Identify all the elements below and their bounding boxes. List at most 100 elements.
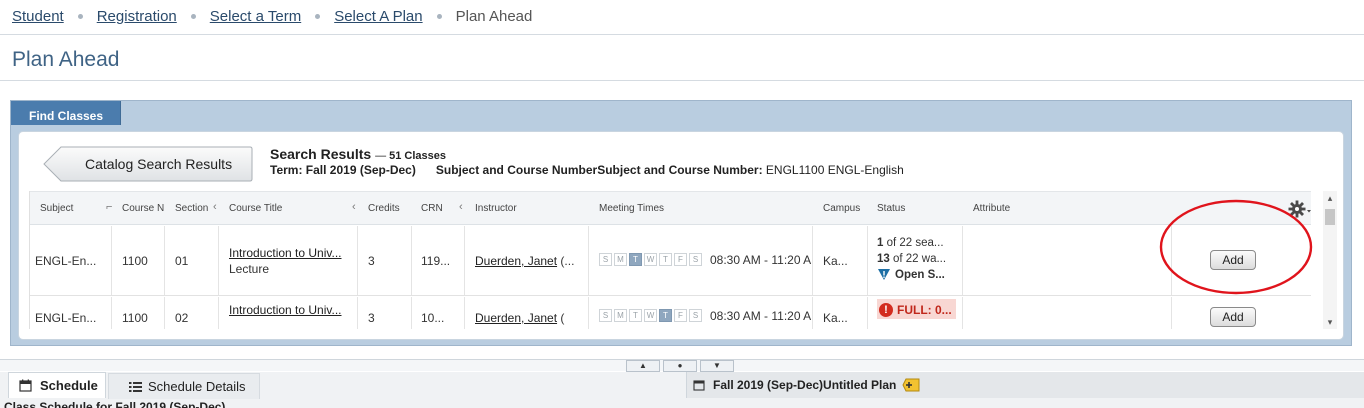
day-sunday: S bbox=[599, 253, 612, 266]
add-button[interactable]: Add bbox=[1210, 307, 1256, 327]
cell-instructor: Duerden, Janet (... bbox=[475, 254, 585, 268]
breadcrumb-separator bbox=[315, 13, 321, 19]
meeting-days: S M T W T F S bbox=[599, 253, 704, 266]
status-open-text: Open S... bbox=[895, 268, 945, 281]
cell-campus: Ka... bbox=[823, 254, 848, 268]
cell-subject: ENGL-En... bbox=[35, 311, 97, 325]
tab-schedule-details-label: Schedule Details bbox=[148, 379, 246, 394]
column-header-crn[interactable]: CRN bbox=[421, 203, 443, 214]
cell-crn: 119... bbox=[421, 254, 451, 268]
search-results-heading: Search Results — 51 Classes bbox=[270, 146, 447, 162]
center-split-icon[interactable]: ● bbox=[663, 360, 697, 372]
cell-credits: 3 bbox=[368, 254, 375, 268]
column-header-status[interactable]: Status bbox=[877, 203, 905, 214]
search-criteria: Term: Fall 2019 (Sep-Dec) Subject and Co… bbox=[270, 163, 904, 177]
sort-left-icon[interactable]: ‹ bbox=[213, 201, 217, 213]
tab-schedule-details[interactable]: Schedule Details bbox=[108, 373, 260, 399]
column-header-section[interactable]: Section bbox=[175, 203, 208, 214]
table-header: Subject ⌐ Course N Section ‹ Course Titl… bbox=[30, 191, 1311, 225]
breadcrumb-registration[interactable]: Registration bbox=[97, 8, 177, 25]
instructor-suffix: ( bbox=[560, 311, 565, 325]
course-title-link[interactable]: Introduction to Univ... bbox=[229, 303, 353, 317]
cell-campus: Ka... bbox=[823, 311, 848, 325]
search-results-title: Search Results bbox=[270, 146, 372, 162]
cell-course-number: 1100 bbox=[122, 254, 148, 268]
table-row: ENGL-En... 1100 01 Introduction to Univ.… bbox=[30, 226, 1311, 296]
search-results-count: 51 Classes bbox=[389, 150, 447, 162]
scroll-thumb[interactable] bbox=[1325, 209, 1335, 225]
instructor-link[interactable]: Duerden, Janet bbox=[475, 254, 557, 268]
seats-text: of 22 sea... bbox=[886, 237, 944, 249]
scroll-up-icon[interactable]: ▴ bbox=[1323, 191, 1337, 205]
list-icon bbox=[129, 381, 142, 392]
breadcrumb-select-plan[interactable]: Select A Plan bbox=[334, 8, 422, 25]
day-monday: M bbox=[614, 309, 627, 322]
day-monday: M bbox=[614, 253, 627, 266]
tab-find-classes[interactable]: Find Classes bbox=[11, 101, 121, 125]
cell-course-number: 1100 bbox=[122, 311, 148, 325]
cell-credits: 3 bbox=[368, 311, 375, 325]
breadcrumb-student[interactable]: Student bbox=[12, 8, 64, 25]
schedule-heading: Class Schedule for Fall 2019 (Sep-Dec) bbox=[4, 400, 226, 408]
catalog-search-results-label: Catalog Search Results bbox=[85, 156, 233, 172]
cell-crn: 10... bbox=[421, 311, 445, 325]
day-saturday: S bbox=[689, 309, 702, 322]
search-results-container: Catalog Search Results Search Results — … bbox=[18, 131, 1344, 340]
cell-section: 01 bbox=[175, 254, 189, 268]
column-header-instructor[interactable]: Instructor bbox=[475, 203, 517, 214]
divider bbox=[0, 80, 1364, 81]
breadcrumb-separator bbox=[190, 13, 196, 19]
add-plan-icon[interactable] bbox=[902, 378, 920, 392]
breadcrumb-current: Plan Ahead bbox=[455, 7, 533, 25]
cell-meeting-time: 08:30 AM - 11:20 AI bbox=[710, 253, 811, 267]
column-header-meeting-times[interactable]: Meeting Times bbox=[599, 203, 664, 214]
breadcrumb-select-term[interactable]: Select a Term bbox=[210, 8, 301, 25]
catalog-search-results-button[interactable]: Catalog Search Results bbox=[43, 146, 253, 182]
instructor-suffix: (... bbox=[560, 254, 575, 268]
cell-meeting-time: 08:30 AM - 11:20 AI bbox=[710, 309, 811, 323]
column-resize-icon[interactable]: ⌐ bbox=[106, 201, 112, 213]
status-full-badge: ! FULL: 0... bbox=[877, 299, 956, 319]
cell-section: 02 bbox=[175, 311, 189, 325]
collapse-down-icon[interactable]: ▼ bbox=[700, 360, 734, 372]
cell-schedule-type: Lecture bbox=[229, 262, 270, 276]
column-header-attribute[interactable]: Attribute bbox=[973, 203, 1010, 214]
sort-left-icon[interactable]: ‹ bbox=[352, 201, 356, 213]
scroll-down-icon[interactable]: ▾ bbox=[1323, 315, 1337, 329]
meeting-days: S M T W T F S bbox=[599, 309, 704, 322]
subject-label: Subject and Course NumberSubject and Cou… bbox=[435, 163, 763, 177]
status-open: Open S... bbox=[877, 268, 961, 281]
day-sunday: S bbox=[599, 309, 612, 322]
instructor-link[interactable]: Duerden, Janet bbox=[475, 311, 557, 325]
day-saturday: S bbox=[689, 253, 702, 266]
results-scrollbar[interactable]: ▴ ▾ bbox=[1323, 191, 1337, 329]
day-friday: F bbox=[674, 309, 687, 322]
results-table: Subject ⌐ Course N Section ‹ Course Titl… bbox=[29, 191, 1311, 329]
add-button[interactable]: Add bbox=[1210, 250, 1256, 270]
calendar-icon bbox=[19, 379, 32, 392]
breadcrumb: Student Registration Select a Term Selec… bbox=[12, 6, 532, 26]
gear-icon[interactable] bbox=[1288, 199, 1312, 219]
bottom-pane: Schedule Schedule Details Class Schedule… bbox=[0, 372, 1364, 408]
tab-plan[interactable]: Fall 2019 (Sep-Dec)Untitled Plan bbox=[686, 372, 1364, 398]
day-thursday: T bbox=[659, 309, 672, 322]
term-value: Fall 2019 (Sep-Dec) bbox=[305, 163, 416, 177]
column-header-course-title[interactable]: Course Title bbox=[229, 203, 282, 214]
sort-left-icon[interactable]: ‹ bbox=[459, 201, 463, 213]
tab-schedule[interactable]: Schedule bbox=[8, 372, 106, 398]
expand-up-icon[interactable]: ▲ bbox=[626, 360, 660, 372]
day-thursday: T bbox=[659, 253, 672, 266]
column-header-campus[interactable]: Campus bbox=[823, 203, 860, 214]
warning-icon bbox=[878, 269, 890, 280]
seats-remaining: 1 of 22 sea... bbox=[877, 237, 961, 249]
table-row: ENGL-En... 1100 02 Introduction to Univ.… bbox=[30, 297, 1311, 329]
seats-count: 1 bbox=[877, 237, 884, 249]
course-title-link[interactable]: Introduction to Univ... bbox=[229, 246, 353, 260]
day-tuesday: T bbox=[629, 253, 642, 266]
column-header-course-number[interactable]: Course N bbox=[122, 203, 164, 214]
column-header-subject[interactable]: Subject bbox=[40, 203, 73, 214]
status-full-text: FULL: 0... bbox=[897, 302, 952, 317]
column-header-credits[interactable]: Credits bbox=[368, 203, 400, 214]
breadcrumb-separator bbox=[436, 13, 442, 19]
day-wednesday: W bbox=[644, 309, 657, 322]
